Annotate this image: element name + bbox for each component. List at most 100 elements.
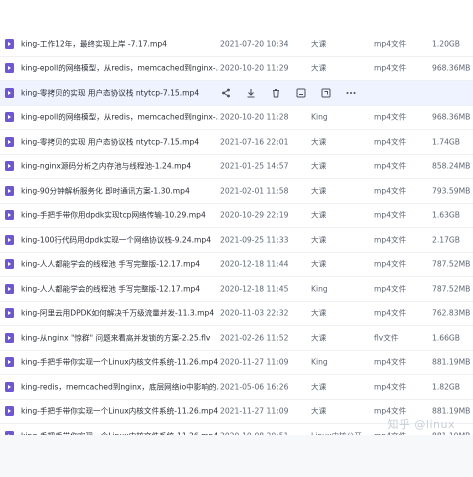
download-icon[interactable] <box>246 88 256 98</box>
file-row[interactable]: king-人人都能学会的线程池 手写完整版-12.17.mp4 2020-12-1… <box>0 277 473 302</box>
share-icon[interactable] <box>221 88 231 98</box>
file-name[interactable]: king-epoll的网络模型，从redis，memcached到nginx-.… <box>21 112 219 123</box>
file-type: mp4文件 <box>374 382 407 392</box>
file-name[interactable]: king-人人都能学会的线程池 手写完整版-12.17.mp4 <box>21 259 219 270</box>
file-row[interactable]: king-零拷贝的实现 用户态协议栈 ntytcp-7.15.mp4 2021-0… <box>0 130 473 155</box>
video-file-icon <box>5 357 14 368</box>
file-list: king-工作12年，最终实现上岸 -7.17.mp4 2021-07-20 10… <box>0 32 473 449</box>
file-owner: 大课 <box>311 259 327 269</box>
file-size: 787.52MB <box>432 259 471 269</box>
video-file-icon <box>5 259 14 270</box>
file-name[interactable]: king-epoll的网络模型，从redis，memcached到nginx-.… <box>21 63 219 74</box>
video-file-icon <box>5 63 14 74</box>
file-owner: 大课 <box>311 406 327 416</box>
file-type: mp4文件 <box>374 186 407 196</box>
file-row[interactable]: king-零拷贝的实现 用户态协议栈 ntytcp-7.15.mp4 <box>0 81 473 106</box>
file-name[interactable]: king-90分钟解析服务化 即时通讯方案-1.30.mp4 <box>21 185 219 196</box>
file-size: 858.24MB <box>432 161 471 171</box>
file-type: mp4文件 <box>374 357 407 367</box>
file-owner: 大课 <box>311 235 327 245</box>
top-fade <box>0 0 473 32</box>
file-type: mp4文件 <box>374 308 407 318</box>
file-date: 2020-12-18 11:44 <box>220 259 289 269</box>
file-date: 2021-01-25 14:57 <box>220 161 289 171</box>
file-name[interactable]: king-手把手带你实现一个Linux内核文件系统-11.26.mp4 <box>21 357 219 368</box>
file-row[interactable]: king-阿里云用DPDK如何解决千万级流量并发-11.3.mp4 2020-11… <box>0 302 473 326</box>
file-date: 2020-11-03 22:32 <box>220 308 289 318</box>
video-file-icon <box>5 332 14 343</box>
file-type: mp4文件 <box>374 210 407 220</box>
row-actions <box>221 88 356 98</box>
file-row[interactable]: king-nginx源码分析之内存池与线程池-1.24.mp4 2021-01-2… <box>0 155 473 179</box>
file-type: mp4文件 <box>374 259 407 269</box>
file-owner: 大课 <box>311 382 327 392</box>
copy-icon[interactable] <box>321 88 331 98</box>
file-date: 2021-02-26 11:52 <box>220 333 289 343</box>
file-name[interactable]: king-手把手带你实现一个Linux内核文件系统-11.26.mp4 <box>21 406 219 417</box>
file-date: 2020-10-20 11:29 <box>220 63 289 73</box>
file-size: 1.82GB <box>432 382 461 392</box>
file-type: mp4文件 <box>374 39 407 49</box>
file-row[interactable]: king-手把手带你实现一个Linux内核文件系统-11.26.mp42020-… <box>0 351 473 375</box>
file-owner: 大课 <box>311 333 327 343</box>
file-row[interactable]: king-90分钟解析服务化 即时通讯方案-1.30.mp4 2021-02-01… <box>0 179 473 204</box>
file-date: 2020-10-29 22:19 <box>220 210 289 220</box>
file-type: mp4文件 <box>374 112 407 122</box>
video-file-icon <box>5 38 14 49</box>
delete-icon[interactable] <box>271 88 281 98</box>
file-size: 968.36MB <box>432 112 471 122</box>
rename-icon[interactable] <box>296 88 306 98</box>
file-name[interactable]: king-阿里云用DPDK如何解决千万级流量并发-11.3.mp4 <box>21 308 219 319</box>
file-owner: 大课 <box>311 161 327 171</box>
file-name[interactable]: king-手把手带你用dpdk实现tcp网络传输-10.29.mp4 <box>21 210 219 221</box>
video-file-icon <box>5 112 14 123</box>
video-file-icon <box>5 161 14 172</box>
file-row[interactable]: king-手把手带你用dpdk实现tcp网络传输-10.29.mp4 2020-1… <box>0 204 473 228</box>
video-file-icon <box>5 234 14 245</box>
file-name[interactable]: king-人人都能学会的线程池 手写完整版-12.17.mp4 <box>21 283 219 294</box>
file-owner: 大课 <box>311 39 327 49</box>
video-file-icon <box>5 87 14 98</box>
file-name[interactable]: king-零拷贝的实现 用户态协议栈 ntytcp-7.15.mp4 <box>21 87 206 98</box>
file-row[interactable]: king-人人都能学会的线程池 手写完整版-12.17.mp4 2020-12-1… <box>0 253 473 277</box>
file-size: 762.83MB <box>432 308 471 318</box>
file-size: 2.17GB <box>432 235 461 245</box>
file-type: mp4文件 <box>374 137 407 147</box>
file-row[interactable]: king-工作12年，最终实现上岸 -7.17.mp4 2021-07-20 10… <box>0 32 473 57</box>
file-owner: King <box>311 112 328 122</box>
file-date: 2021-05-06 16:26 <box>220 382 289 392</box>
file-row[interactable]: king-从nginx "惊群" 问题来看高并发锁的方案-2.25.flv 202… <box>0 326 473 351</box>
file-size: 881.19MB <box>432 406 471 416</box>
file-size: 1.20GB <box>432 39 461 49</box>
file-name[interactable]: king-redis，memcached到nginx，底层网络io中影响的... <box>21 381 219 392</box>
file-name[interactable]: king-nginx源码分析之内存池与线程池-1.24.mp4 <box>21 161 219 172</box>
video-file-icon <box>5 185 14 196</box>
file-row[interactable]: king-epoll的网络模型，从redis，memcached到nginx-.… <box>0 106 473 130</box>
file-row[interactable]: king-100行代码用dpdk实现一个网络协议栈-9.24.mp4 2021-0… <box>0 228 473 253</box>
file-type: mp4文件 <box>374 161 407 171</box>
file-type: flv文件 <box>374 333 399 343</box>
file-row[interactable]: king-redis，memcached到nginx，底层网络io中影响的...… <box>0 375 473 400</box>
file-row[interactable]: king-epoll的网络模型，从redis，memcached到nginx-.… <box>0 57 473 81</box>
watermark: 知乎 @linux <box>387 418 455 431</box>
file-name[interactable]: king-100行代码用dpdk实现一个网络协议栈-9.24.mp4 <box>21 234 219 245</box>
file-size: 787.52MB <box>432 284 471 294</box>
file-owner: 大课 <box>311 63 327 73</box>
file-date: 2021-07-20 10:34 <box>220 39 289 49</box>
file-size: 1.66GB <box>432 333 461 343</box>
more-icon[interactable] <box>346 88 356 98</box>
file-owner: 大课 <box>311 210 327 220</box>
file-date: 2021-02-01 11:58 <box>220 186 289 196</box>
file-size: 793.59MB <box>432 186 471 196</box>
file-date: 2021-11-27 11:09 <box>220 406 289 416</box>
video-file-icon <box>5 406 14 417</box>
file-name[interactable]: king-工作12年，最终实现上岸 -7.17.mp4 <box>21 38 219 49</box>
file-date: 2021-09-25 11:33 <box>220 235 289 245</box>
file-name[interactable]: king-零拷贝的实现 用户态协议栈 ntytcp-7.15.mp4 <box>21 136 219 147</box>
file-type: mp4文件 <box>374 284 407 294</box>
file-owner: 大课 <box>311 137 327 147</box>
file-name[interactable]: king-从nginx "惊群" 问题来看高并发锁的方案-2.25.flv <box>21 332 219 343</box>
file-date: 2020-10-20 11:28 <box>220 112 289 122</box>
video-file-icon <box>5 136 14 147</box>
file-size: 1.63GB <box>432 210 461 220</box>
